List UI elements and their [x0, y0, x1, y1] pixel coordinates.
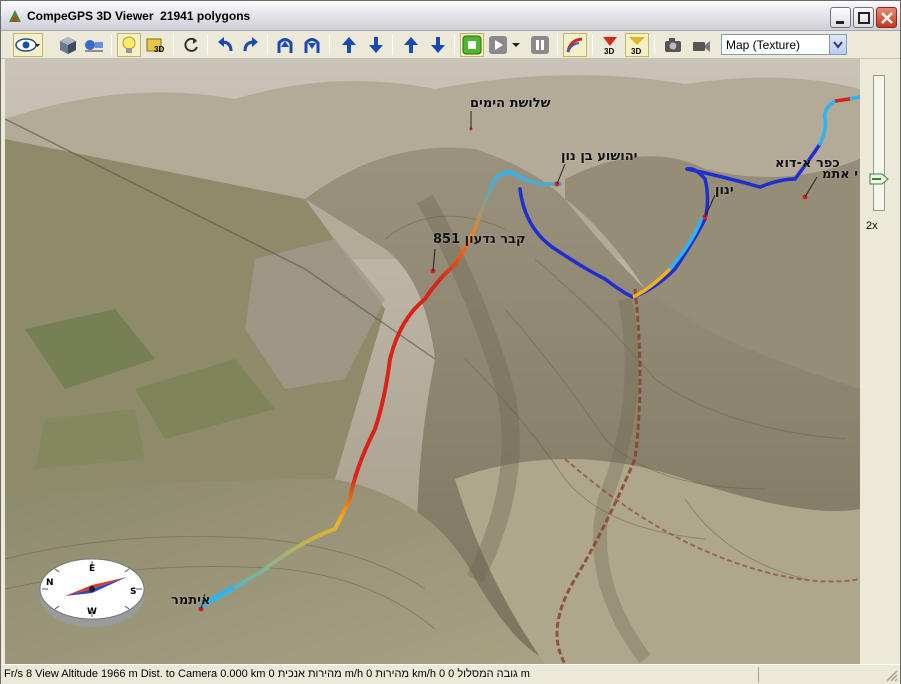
- app-window: CompeGPS 3D Viewer 21941 polygons 3D 3D …: [0, 0, 901, 684]
- move-down-button[interactable]: [364, 33, 388, 57]
- track-icon: [566, 37, 583, 53]
- map-label-atar-edge[interactable]: י אתמ: [822, 167, 858, 182]
- map-label-yehoshua-bin-nun[interactable]: יהושוע בן נון: [561, 149, 637, 164]
- move-up-button[interactable]: [337, 33, 361, 57]
- tilt-up-icon: [277, 38, 293, 53]
- window-title: CompeGPS 3D Viewer 21941 polygons: [27, 9, 251, 23]
- chevron-down-icon: [833, 41, 843, 49]
- title-bar[interactable]: CompeGPS 3D Viewer 21941 polygons: [1, 1, 900, 31]
- map-label-sheloshet-hayamim[interactable]: שלושת הימים: [470, 96, 551, 111]
- close-button[interactable]: [876, 7, 897, 28]
- screenshot-camera-icon: [665, 38, 681, 52]
- zoom-slider-track[interactable]: [873, 75, 885, 211]
- 3d-object-icon: 3D: [603, 37, 617, 55]
- pause-icon: [531, 36, 549, 54]
- minimize-button[interactable]: [830, 7, 851, 28]
- altitude-up-button[interactable]: [399, 33, 423, 57]
- status-pane: [758, 667, 884, 683]
- svg-text:3D: 3D: [604, 47, 614, 55]
- camera-plane-icon: [85, 40, 103, 52]
- maximize-button[interactable]: [853, 7, 874, 28]
- map-label-kever-gideon[interactable]: קבר גדעון 851: [433, 232, 526, 247]
- stop-button[interactable]: [460, 33, 484, 57]
- map-layer-select[interactable]: Map (Texture): [721, 34, 847, 55]
- move-up-icon: [342, 37, 356, 53]
- map-label-itamar[interactable]: איתמר: [171, 593, 210, 608]
- cube-icon: [60, 37, 76, 54]
- tilt-down-button[interactable]: [300, 33, 324, 57]
- view-eye-button[interactable]: [13, 33, 43, 57]
- altitude-down-icon: [431, 37, 445, 53]
- rotate-right-button[interactable]: [239, 33, 263, 57]
- svg-text:S: S: [130, 587, 136, 597]
- map-layer-select-value: Map (Texture): [726, 38, 801, 52]
- 3d-object-button[interactable]: 3D: [598, 33, 622, 57]
- video-camera-icon: [693, 41, 710, 52]
- rotate-left-button[interactable]: [213, 33, 237, 57]
- refresh-icon: [184, 37, 198, 52]
- svg-text:E: E: [89, 564, 95, 574]
- lightbulb-button[interactable]: [117, 33, 141, 57]
- 3d-labels-button[interactable]: 3D: [144, 33, 168, 57]
- status-bar: Fr/s 8 View Altitude 1966 m Dist. to Cam…: [1, 664, 900, 684]
- video-camera-button[interactable]: [689, 33, 713, 57]
- minimize-icon: [836, 21, 844, 24]
- map-label-yanun[interactable]: ינון: [715, 183, 734, 198]
- 3d-waypoint-icon: 3D: [629, 37, 645, 55]
- tilt-down-icon: [304, 38, 320, 53]
- view-eye-icon: [15, 38, 40, 52]
- 3d-waypoint-button[interactable]: 3D: [625, 33, 649, 57]
- tilt-up-button[interactable]: [273, 33, 297, 57]
- 3d-map-viewport[interactable]: E S W N שלושת הימים יהושוע בן נון כפר א-…: [5, 59, 860, 664]
- lightbulb-icon: [122, 36, 136, 53]
- altitude-down-button[interactable]: [426, 33, 450, 57]
- move-down-icon: [369, 37, 383, 53]
- zoom-slider-thumb[interactable]: [869, 173, 889, 185]
- svg-text:W: W: [87, 607, 97, 617]
- play-button[interactable]: [487, 33, 523, 57]
- rotate-left-icon: [218, 37, 233, 52]
- resize-grip-icon[interactable]: [885, 669, 898, 682]
- dropdown-arrow-button[interactable]: [829, 35, 846, 54]
- stop-icon: [462, 35, 482, 55]
- refresh-button[interactable]: [179, 33, 203, 57]
- track-button[interactable]: [563, 33, 587, 57]
- compass-widget: E S W N: [39, 558, 145, 627]
- terrain-render: E S W N: [5, 59, 860, 664]
- rotate-right-icon: [243, 37, 258, 52]
- status-text: Fr/s 8 View Altitude 1966 m Dist. to Cam…: [4, 668, 530, 680]
- camera-plane-button[interactable]: [82, 33, 106, 57]
- 3d-labels-icon: 3D: [146, 38, 164, 54]
- altitude-up-icon: [404, 37, 418, 53]
- close-icon: [881, 12, 893, 24]
- play-icon: [489, 36, 520, 54]
- compegps-app-icon: [9, 10, 21, 22]
- svg-text:N: N: [46, 578, 54, 588]
- screenshot-camera-button[interactable]: [661, 33, 685, 57]
- cube-button[interactable]: [56, 33, 80, 57]
- svg-text:3D: 3D: [631, 47, 641, 55]
- maximize-icon: [858, 12, 870, 24]
- zoom-panel: 2x: [861, 59, 900, 664]
- zoom-level-label: 2x: [866, 220, 878, 232]
- pause-button[interactable]: [528, 33, 552, 57]
- svg-text:3D: 3D: [154, 45, 164, 54]
